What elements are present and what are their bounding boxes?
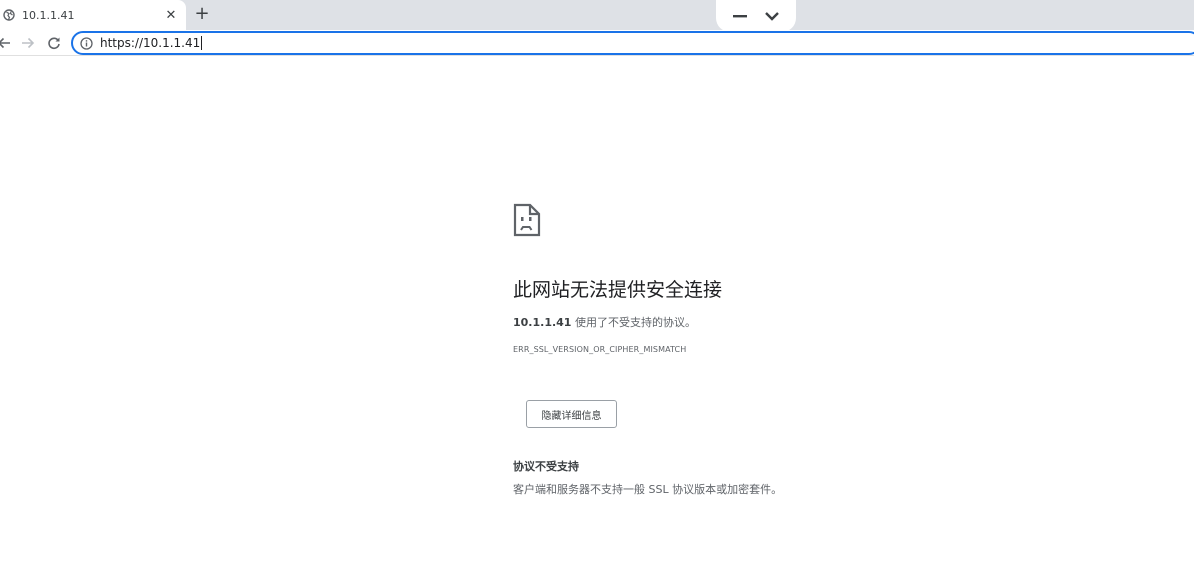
details-text: 客户端和服务器不支持一般 SSL 协议版本或加密套件。 (513, 483, 783, 496)
info-icon[interactable] (79, 36, 93, 50)
globe-icon (2, 8, 16, 22)
error-host: 10.1.1.41 (513, 316, 572, 329)
details-heading: 协议不受支持 (513, 460, 579, 473)
address-input[interactable]: https://10.1.1.41 (100, 36, 200, 50)
tab-strip: 10.1.1.41 ✕ + (0, 0, 1194, 32)
error-description-text: 使用了不受支持的协议。 (571, 316, 696, 329)
active-tab[interactable]: 10.1.1.41 ✕ (0, 0, 186, 30)
error-description: 10.1.1.41 使用了不受支持的协议。 (513, 314, 696, 330)
hide-details-button[interactable]: 隐藏详细信息 (526, 400, 617, 428)
back-arrow-icon[interactable] (0, 33, 14, 53)
address-bar[interactable]: https://10.1.1.41 (71, 31, 1194, 55)
minimize-icon[interactable] (728, 4, 752, 28)
text-caret (201, 36, 203, 50)
toolbar: https://10.1.1.41 (0, 30, 1194, 56)
chevron-down-icon[interactable] (760, 4, 784, 28)
window-controls (716, 0, 796, 32)
error-title: 此网站无法提供安全连接 (513, 279, 723, 301)
tab-title: 10.1.1.41 (22, 8, 75, 22)
forward-arrow-icon[interactable] (18, 33, 38, 53)
new-tab-button[interactable]: + (192, 4, 212, 24)
reload-icon[interactable] (44, 33, 64, 53)
tab-close-icon[interactable]: ✕ (162, 6, 180, 24)
error-code: ERR_SSL_VERSION_OR_CIPHER_MISMATCH (513, 345, 687, 354)
sad-document-icon (513, 203, 541, 237)
